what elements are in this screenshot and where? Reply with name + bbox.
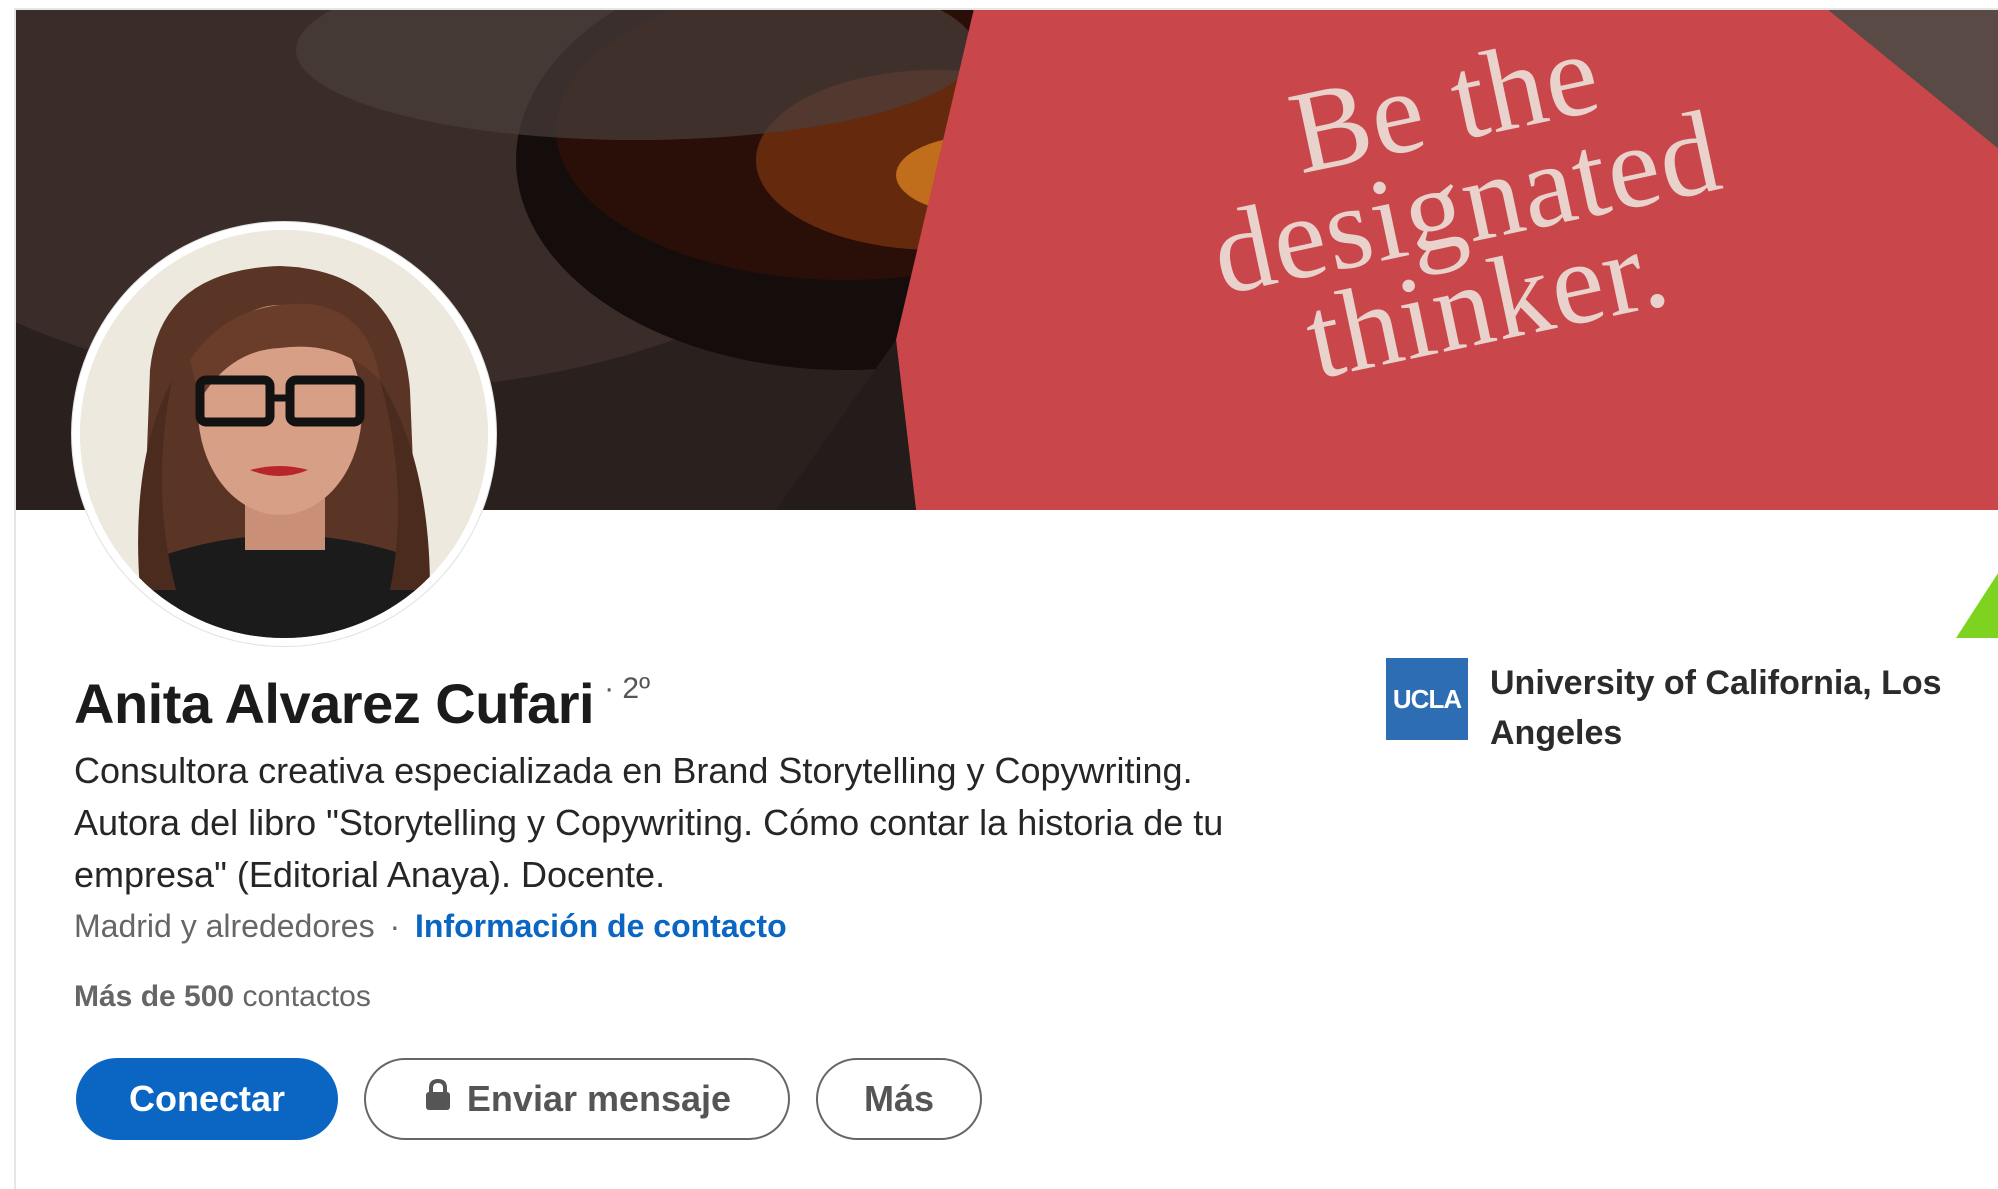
school-name: University of California, Los Angeles — [1490, 664, 1942, 752]
connections-count[interactable]: Más de 500 contactos — [74, 980, 371, 1014]
connect-button[interactable]: Conectar — [76, 1058, 338, 1140]
profile-location: Madrid y alrededores — [74, 908, 375, 944]
avatar[interactable] — [72, 222, 496, 646]
location-row: Madrid y alrededores · Información de co… — [74, 908, 787, 945]
connections-count-label: contactos — [242, 980, 371, 1013]
profile-actions: Conectar Enviar mensaje Más — [76, 1058, 982, 1140]
green-arrow-icon — [1956, 573, 1998, 638]
more-button[interactable]: Más — [816, 1058, 982, 1140]
contact-info-link[interactable]: Información de contacto — [415, 908, 787, 944]
send-message-label: Enviar mensaje — [466, 1078, 732, 1119]
connections-count-number: Más de 500 — [74, 980, 235, 1013]
avatar-photo — [80, 230, 488, 638]
send-message-button[interactable]: Enviar mensaje — [364, 1058, 790, 1140]
education-summary[interactable]: UCLA University of California, Los Angel… — [1386, 658, 1998, 758]
location-separator: · — [389, 908, 401, 944]
profile-card: Be the designated thinker. Anita Alvarez… — [14, 8, 1998, 1189]
lock-icon — [423, 1078, 453, 1120]
profile-name: Anita Alvarez Cufari — [74, 672, 595, 735]
connection-degree: · 2º — [604, 672, 651, 705]
profile-headline: Consultora creativa especializada en Bra… — [74, 750, 1224, 895]
school-logo: UCLA — [1386, 658, 1468, 740]
name-row: Anita Alvarez Cufari · 2º — [74, 670, 650, 738]
